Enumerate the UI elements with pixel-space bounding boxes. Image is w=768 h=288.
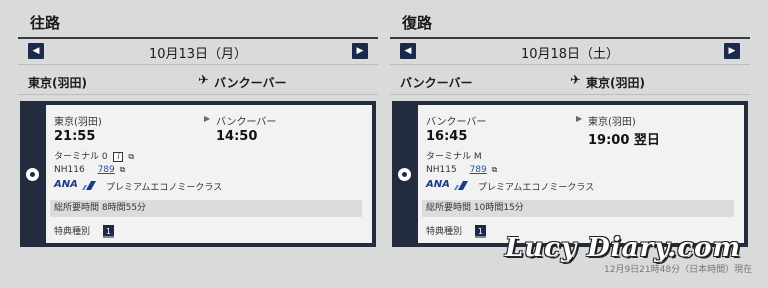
flight-select-radio[interactable] <box>26 168 39 181</box>
plane-icon: ✈ <box>198 73 209 88</box>
departure-time: 21:55 <box>54 129 96 144</box>
flight-select-radio[interactable] <box>398 168 411 181</box>
departure-time: 16:45 <box>426 129 468 144</box>
terminal-label: ターミナル M <box>426 152 482 162</box>
next-date-button[interactable]: ▶ <box>352 43 368 59</box>
flight-number: NH116 <box>54 165 85 175</box>
info-icon[interactable]: i <box>113 152 124 162</box>
departure-airport: 東京(羽田) <box>54 117 102 128</box>
divider <box>18 64 378 65</box>
route-origin: バンクーバー <box>400 76 473 90</box>
outbound-date: 10月13日（月） <box>148 47 248 62</box>
plane-icon: ✈ <box>570 73 581 88</box>
arrival-time: 19:00 翌日 <box>588 133 660 148</box>
divider <box>390 64 750 65</box>
terminal-info: ターミナル M <box>426 149 482 162</box>
flight-details: バンクーバー ▶ 東京(羽田) 16:45 19:00 翌日 ターミナル M N… <box>418 105 744 243</box>
airline-row: ANA プレミアムエコノミークラス <box>54 179 354 193</box>
timestamp-note: 12月9日21時48分（日本時間）現在 <box>604 265 753 275</box>
aircraft-link[interactable]: 789 <box>98 165 115 175</box>
divider <box>18 94 378 95</box>
divider <box>390 94 750 95</box>
departure-airport: バンクーバー <box>426 117 487 128</box>
return-title: 復路 <box>402 14 433 32</box>
arrow-right-icon: ▶ <box>204 114 211 123</box>
airline-logo-stripe <box>82 181 96 190</box>
return-date: 10月18日（土） <box>520 47 620 62</box>
total-duration: 総所要時間 10時間15分 <box>422 200 734 217</box>
total-duration: 総所要時間 8時間55分 <box>50 200 362 217</box>
divider <box>18 37 378 39</box>
return-flight-card[interactable]: バンクーバー ▶ 東京(羽田) 16:45 19:00 翌日 ターミナル M N… <box>392 101 748 247</box>
outbound-route: 東京(羽田) ✈ バンクーバー <box>28 73 368 92</box>
external-link-icon[interactable]: ⧉ <box>492 165 498 175</box>
watermark: Lucy Diary.com <box>505 233 742 263</box>
aircraft-link[interactable]: 789 <box>470 165 487 175</box>
airline-row: ANA プレミアムエコノミークラス <box>426 179 726 193</box>
return-route: バンクーバー ✈ 東京(羽田) <box>400 73 740 92</box>
arrival-time: 14:50 <box>216 129 258 144</box>
cabin-class: プレミアムエコノミークラス <box>106 183 223 193</box>
fare-type-label: 特典種別 <box>426 227 463 237</box>
airline-logo-stripe <box>454 181 468 190</box>
outbound-flight-card[interactable]: 東京(羽田) ▶ バンクーバー 21:55 14:50 ターミナル 0 i ⧉ … <box>20 101 376 247</box>
route-origin: 東京(羽田) <box>28 76 87 90</box>
terminal-label: ターミナル 0 <box>54 152 108 162</box>
outbound-section: 往路 ◀ 10月13日（月） ▶ 東京(羽田) ✈ バンクーバー 東京(羽田) … <box>18 0 378 288</box>
arrival-airport: 東京(羽田) <box>588 117 636 128</box>
fare-type-badge: 1 <box>102 225 114 238</box>
airline-logo: ANA <box>54 179 78 190</box>
route-destination: バンクーバー <box>214 76 287 90</box>
external-link-icon[interactable]: ⧉ <box>120 165 126 175</box>
outbound-title: 往路 <box>30 14 61 32</box>
outbound-date-bar: ◀ 10月13日（月） ▶ <box>28 40 368 62</box>
cabin-class: プレミアムエコノミークラス <box>478 183 595 193</box>
return-date-bar: ◀ 10月18日（土） ▶ <box>400 40 740 62</box>
flight-info: NH115 789 ⧉ <box>426 165 497 175</box>
terminal-info: ターミナル 0 i ⧉ <box>54 149 134 162</box>
airline-logo: ANA <box>426 179 450 190</box>
next-date-button[interactable]: ▶ <box>724 43 740 59</box>
fare-type-label: 特典種別 <box>54 227 91 237</box>
flight-details: 東京(羽田) ▶ バンクーバー 21:55 14:50 ターミナル 0 i ⧉ … <box>46 105 372 243</box>
external-link-icon[interactable]: ⧉ <box>128 152 134 162</box>
flight-number: NH115 <box>426 165 457 175</box>
fare-type-badge: 1 <box>474 225 486 238</box>
flight-info: NH116 789 ⧉ <box>54 165 125 175</box>
arrival-airport: バンクーバー <box>216 117 277 128</box>
arrow-right-icon: ▶ <box>576 114 583 123</box>
route-destination: 東京(羽田) <box>586 76 645 90</box>
fare-type: 特典種別 1 <box>426 224 486 238</box>
fare-type: 特典種別 1 <box>54 224 114 238</box>
divider <box>390 37 750 39</box>
